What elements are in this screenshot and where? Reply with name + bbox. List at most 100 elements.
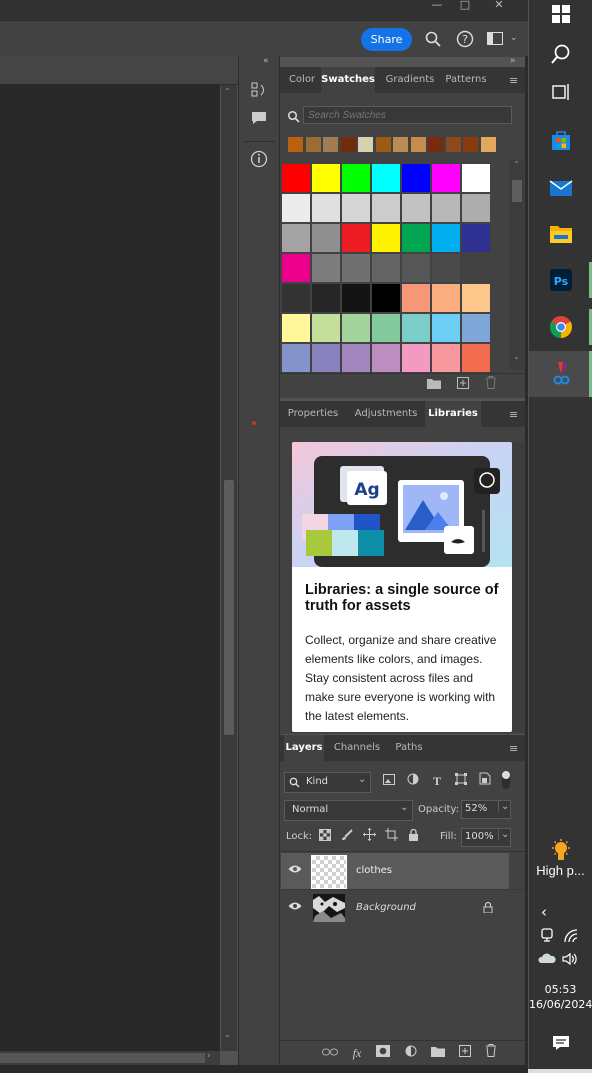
scroll-down-icon[interactable]: ⌄ [224,1030,231,1039]
color-swatch[interactable] [432,194,460,222]
color-swatch[interactable] [462,224,490,252]
recent-swatch[interactable] [340,137,356,152]
color-swatch[interactable] [402,344,430,372]
color-swatch[interactable] [402,284,430,312]
windows-start-icon[interactable] [545,0,577,32]
photoshop-icon[interactable]: Ps [545,264,577,296]
meet-now-icon[interactable] [541,928,555,947]
visibility-eye-icon[interactable] [288,864,302,878]
layer-filter-kind-select[interactable]: Kind ⌄ [284,772,371,793]
new-group-icon[interactable] [429,1044,447,1062]
filter-adjustment-icon[interactable] [404,772,422,790]
layer-name[interactable]: clothes [356,865,392,876]
fx-icon[interactable]: fx [348,1044,366,1062]
close-icon[interactable]: ✕ [482,0,516,12]
color-swatch[interactable] [462,164,490,192]
color-swatch[interactable] [282,164,310,192]
color-swatch[interactable] [372,224,400,252]
filter-smart-object-icon[interactable] [476,772,494,790]
onedrive-icon[interactable] [538,952,556,969]
comment-icon[interactable] [249,108,269,128]
recent-swatch[interactable] [358,137,373,152]
color-swatch[interactable] [372,314,400,342]
volume-icon[interactable] [562,952,578,969]
fill-input[interactable]: 100% ⌄ [461,828,511,847]
color-swatch[interactable] [462,194,490,222]
color-swatch[interactable] [342,344,370,372]
wifi-icon[interactable] [564,929,578,946]
file-explorer-icon[interactable] [545,218,577,250]
tab-paths[interactable]: Paths [392,735,426,761]
tab-libraries[interactable]: Libraries [425,401,481,427]
workspace-icon[interactable] [487,32,503,46]
color-swatch[interactable] [312,224,340,252]
tab-layers[interactable]: Layers [284,735,324,761]
color-swatch[interactable] [282,194,310,222]
blend-mode-select[interactable]: Normal ⌄ [284,800,413,821]
color-swatch[interactable] [432,254,460,282]
color-swatch[interactable] [372,164,400,192]
recent-swatch[interactable] [323,137,338,152]
color-swatch[interactable] [372,194,400,222]
system-clock[interactable]: 05:53 16/06/2024 [529,983,592,1011]
color-swatch[interactable] [342,224,370,252]
snipping-tool-icon[interactable] [545,357,577,389]
filter-pixel-icon[interactable] [380,772,398,790]
layer-row-clothes[interactable]: clothes [281,853,509,889]
microsoft-store-icon[interactable] [545,124,577,156]
panel-menu-icon[interactable]: ≡ [509,409,521,420]
new-swatch-icon[interactable] [454,376,472,394]
chrome-icon[interactable] [545,311,577,343]
layer-row-background[interactable]: Background [281,890,509,926]
color-swatch[interactable] [282,224,310,252]
color-swatch[interactable] [402,164,430,192]
collapse-dock-icon[interactable]: « [263,56,269,66]
tab-adjustments[interactable]: Adjustments [351,401,421,427]
color-swatch[interactable] [312,194,340,222]
visibility-eye-icon[interactable] [288,901,302,915]
recent-swatch[interactable] [393,137,408,152]
scroll-down-icon[interactable]: ⌄ [513,352,520,361]
tab-properties[interactable]: Properties [284,401,342,427]
color-swatch[interactable] [432,344,460,372]
recent-swatch[interactable] [410,137,426,152]
color-swatch[interactable] [342,194,370,222]
lock-artboard-icon[interactable] [382,828,400,846]
scroll-right-icon[interactable]: › [207,1051,211,1061]
swatch-scrollbar[interactable]: ⌃ ⌄ [510,160,524,370]
weather-icon[interactable] [549,838,573,862]
search-icon[interactable] [545,38,577,70]
weather-label[interactable]: High p... [529,863,592,878]
recent-swatch[interactable] [445,137,461,152]
share-button[interactable]: Share [361,28,412,51]
color-swatch[interactable] [462,344,490,372]
folder-icon[interactable] [425,376,443,394]
color-swatch[interactable] [282,344,310,372]
help-icon[interactable]: ? [456,30,474,48]
delete-icon[interactable] [482,376,500,394]
recent-swatch[interactable] [480,137,496,152]
color-swatch[interactable] [372,344,400,372]
tab-channels[interactable]: Channels [332,735,382,761]
recent-swatch[interactable] [305,137,321,152]
panel-menu-icon[interactable]: ≡ [509,75,521,86]
tab-color[interactable]: Color [284,67,320,93]
history-icon[interactable] [249,80,269,100]
color-swatch[interactable] [282,314,310,342]
show-desktop-strip[interactable] [528,1069,592,1073]
color-swatch[interactable] [462,254,490,282]
filter-toggle[interactable] [502,771,510,789]
task-view-icon[interactable] [545,76,577,108]
color-swatch[interactable] [282,284,310,312]
restore-icon[interactable]: □ [448,0,482,12]
recent-swatch[interactable] [428,137,443,152]
color-swatch[interactable] [432,314,460,342]
tab-gradients[interactable]: Gradients [383,67,437,93]
color-swatch[interactable] [342,314,370,342]
filter-type-icon[interactable]: T [428,772,446,790]
color-swatch[interactable] [432,224,460,252]
search-icon[interactable] [424,30,442,48]
recent-swatch[interactable] [288,137,303,152]
color-swatch[interactable] [342,254,370,282]
recent-swatch[interactable] [463,137,478,152]
